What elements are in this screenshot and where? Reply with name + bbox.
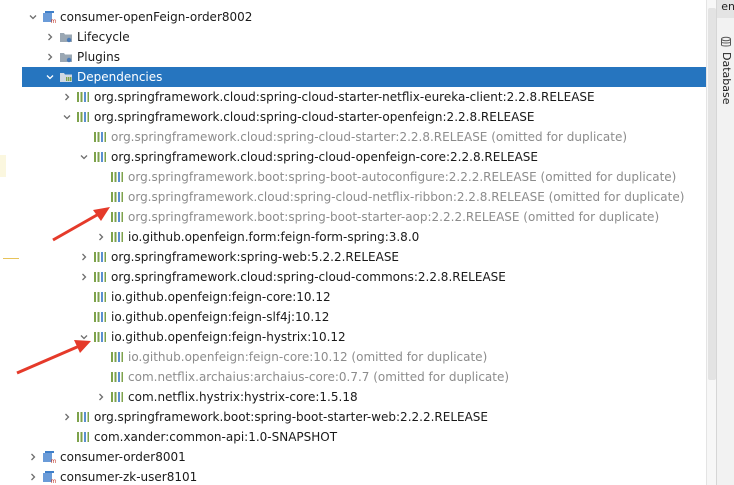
tree-row-consumer-openfeign-order8002[interactable]: m consumer-openFeign-order8002 <box>22 7 706 27</box>
tree-row-io-github-openfeign-form-feign-form-spring-3-8-0[interactable]: io.github.openfeign.form:feign-form-spri… <box>22 227 706 247</box>
tree-row-org-springframework-cloud-spring-cloud-openfeign-core-2-2-8-[interactable]: org.springframework.cloud:spring-cloud-o… <box>22 147 706 167</box>
library-icon <box>93 290 107 304</box>
chevron-right-icon[interactable] <box>95 391 107 403</box>
chevron-down-icon[interactable] <box>78 151 90 163</box>
tree-row-label: Plugins <box>77 50 120 64</box>
tree-row-label: io.github.openfeign:feign-core:10.12 <box>111 290 331 304</box>
folder-gear-icon <box>59 50 73 64</box>
tool-window-tab-partial[interactable]: en <box>717 0 734 18</box>
tree-row-org-springframework-cloud-spring-cloud-commons-2-2-8-release[interactable]: org.springframework.cloud:spring-cloud-c… <box>22 267 706 287</box>
gutter-line-marker <box>3 258 19 259</box>
library-icon <box>76 90 90 104</box>
editor-gutter <box>0 0 23 485</box>
folder-lib-icon <box>59 70 73 84</box>
tree-row-label: org.springframework.cloud:spring-cloud-s… <box>94 90 595 104</box>
tree-row-com-netflix-archaius-archaius-core-0-7-7-omitted-for-duplica[interactable]: com.netflix.archaius:archaius-core:0.7.7… <box>22 367 706 387</box>
chevron-right-icon[interactable] <box>78 271 90 283</box>
tree-row-plugins[interactable]: Plugins <box>22 47 706 67</box>
module-icon: m <box>42 10 56 24</box>
tree-row-com-xander-common-api-1-0-snapshot[interactable]: com.xander:common-api:1.0-SNAPSHOT <box>22 427 706 447</box>
tree-row-label: org.springframework:spring-web:5.2.2.REL… <box>111 250 400 264</box>
chevron-down-icon[interactable] <box>78 331 90 343</box>
tree-row-label: io.github.openfeign:feign-core:10.12 (om… <box>128 350 488 364</box>
tree-row-label: org.springframework.cloud:spring-cloud-s… <box>111 130 628 144</box>
tree-row-label: io.github.openfeign.form:feign-form-spri… <box>128 230 420 244</box>
tree-row-io-github-openfeign-feign-hystrix-10-12[interactable]: io.github.openfeign:feign-hystrix:10.12 <box>22 327 706 347</box>
library-icon <box>110 390 124 404</box>
tree-row-lifecycle[interactable]: Lifecycle <box>22 27 706 47</box>
library-icon <box>76 410 90 424</box>
scrollbar-thumb[interactable] <box>708 8 716 380</box>
svg-text:m: m <box>51 458 57 464</box>
tree-row-io-github-openfeign-feign-slf4j-10-12[interactable]: io.github.openfeign:feign-slf4j:10.12 <box>22 307 706 327</box>
tree-row-label: Lifecycle <box>77 30 130 44</box>
library-icon <box>110 230 124 244</box>
tree-row-label: com.netflix.archaius:archaius-core:0.7.7… <box>128 370 510 384</box>
tree-row-org-springframework-cloud-spring-cloud-netflix-ribbon-2-2-8-[interactable]: org.springframework.cloud:spring-cloud-n… <box>22 187 706 207</box>
chevron-right-icon[interactable] <box>44 31 56 43</box>
tree-row-label: org.springframework.cloud:spring-cloud-s… <box>94 110 535 124</box>
chevron-right-icon[interactable] <box>95 231 107 243</box>
library-icon <box>110 350 124 364</box>
tree-row-label: org.springframework.boot:spring-boot-aut… <box>128 170 677 184</box>
library-icon <box>76 430 90 444</box>
database-icon <box>720 36 732 48</box>
module-icon: m <box>42 470 56 484</box>
chevron-down-icon[interactable] <box>27 11 39 23</box>
svg-text:m: m <box>51 478 57 484</box>
tree-row-consumer-order8001[interactable]: m consumer-order8001 <box>22 447 706 467</box>
tree-row-label: com.netflix.hystrix:hystrix-core:1.5.18 <box>128 390 358 404</box>
tree-row-io-github-openfeign-feign-core-10-12-omitted-for-duplicate[interactable]: io.github.openfeign:feign-core:10.12 (om… <box>22 347 706 367</box>
library-icon <box>110 190 124 204</box>
tree-row-org-springframework-boot-spring-boot-autoconfigure-2-2-2-rel[interactable]: org.springframework.boot:spring-boot-aut… <box>22 167 706 187</box>
tree-row-label: io.github.openfeign:feign-slf4j:10.12 <box>111 310 330 324</box>
maven-dependency-tree[interactable]: m consumer-openFeign-order8002 Lifecycle Pl… <box>22 0 706 485</box>
library-icon <box>110 370 124 384</box>
library-icon <box>76 110 90 124</box>
tree-row-org-springframework-cloud-spring-cloud-starter-2-2-8-release[interactable]: org.springframework.cloud:spring-cloud-s… <box>22 127 706 147</box>
tree-row-label: org.springframework.boot:spring-boot-sta… <box>94 410 488 424</box>
tree-row-org-springframework-boot-spring-boot-starter-aop-2-2-2-relea[interactable]: org.springframework.boot:spring-boot-sta… <box>22 207 706 227</box>
library-icon <box>93 150 107 164</box>
library-icon <box>93 330 107 344</box>
tree-row-consumer-zk-user8101[interactable]: m consumer-zk-user8101 <box>22 467 706 485</box>
tree-row-label: com.xander:common-api:1.0-SNAPSHOT <box>94 430 338 444</box>
tree-row-com-netflix-hystrix-hystrix-core-1-5-18[interactable]: com.netflix.hystrix:hystrix-core:1.5.18 <box>22 387 706 407</box>
database-tool-tab[interactable]: Database <box>719 52 733 112</box>
chevron-right-icon[interactable] <box>27 451 39 463</box>
library-icon <box>110 210 124 224</box>
chevron-right-icon[interactable] <box>27 471 39 483</box>
module-icon: m <box>42 450 56 464</box>
tree-row-org-springframework-spring-web-5-2-2-release[interactable]: org.springframework:spring-web:5.2.2.REL… <box>22 247 706 267</box>
tree-row-label: consumer-zk-user8101 <box>60 470 198 484</box>
tree-row-label: org.springframework.cloud:spring-cloud-c… <box>111 270 506 284</box>
chevron-down-icon[interactable] <box>44 71 56 83</box>
library-icon <box>93 270 107 284</box>
chevron-right-icon[interactable] <box>44 51 56 63</box>
library-icon <box>93 250 107 264</box>
library-icon <box>110 170 124 184</box>
tree-row-org-springframework-boot-spring-boot-starter-web-2-2-2-relea[interactable]: org.springframework.boot:spring-boot-sta… <box>22 407 706 427</box>
folder-gear-icon <box>59 30 73 44</box>
tree-row-label: io.github.openfeign:feign-hystrix:10.12 <box>111 330 346 344</box>
chevron-right-icon[interactable] <box>61 411 73 423</box>
tree-row-label: consumer-openFeign-order8002 <box>60 10 253 24</box>
tree-row-io-github-openfeign-feign-core-10-12[interactable]: io.github.openfeign:feign-core:10.12 <box>22 287 706 307</box>
library-icon <box>93 310 107 324</box>
tree-row-label: consumer-order8001 <box>60 450 186 464</box>
tree-row-org-springframework-cloud-spring-cloud-starter-openfeign-2-2[interactable]: org.springframework.cloud:spring-cloud-s… <box>22 107 706 127</box>
tree-row-label: org.springframework.boot:spring-boot-sta… <box>128 210 660 224</box>
right-tool-strip: en Database <box>716 0 734 485</box>
tree-row-org-springframework-cloud-spring-cloud-starter-netflix-eurek[interactable]: org.springframework.cloud:spring-cloud-s… <box>22 87 706 107</box>
svg-text:m: m <box>51 18 57 24</box>
tree-row-label: org.springframework.cloud:spring-cloud-n… <box>128 190 685 204</box>
chevron-right-icon[interactable] <box>61 91 73 103</box>
gutter-highlight <box>0 155 6 177</box>
tree-row-dependencies[interactable]: Dependencies <box>22 67 706 87</box>
tree-row-label: org.springframework.cloud:spring-cloud-o… <box>111 150 538 164</box>
chevron-right-icon[interactable] <box>78 251 90 263</box>
chevron-down-icon[interactable] <box>61 111 73 123</box>
tree-row-label: Dependencies <box>77 70 163 84</box>
library-icon <box>93 130 107 144</box>
